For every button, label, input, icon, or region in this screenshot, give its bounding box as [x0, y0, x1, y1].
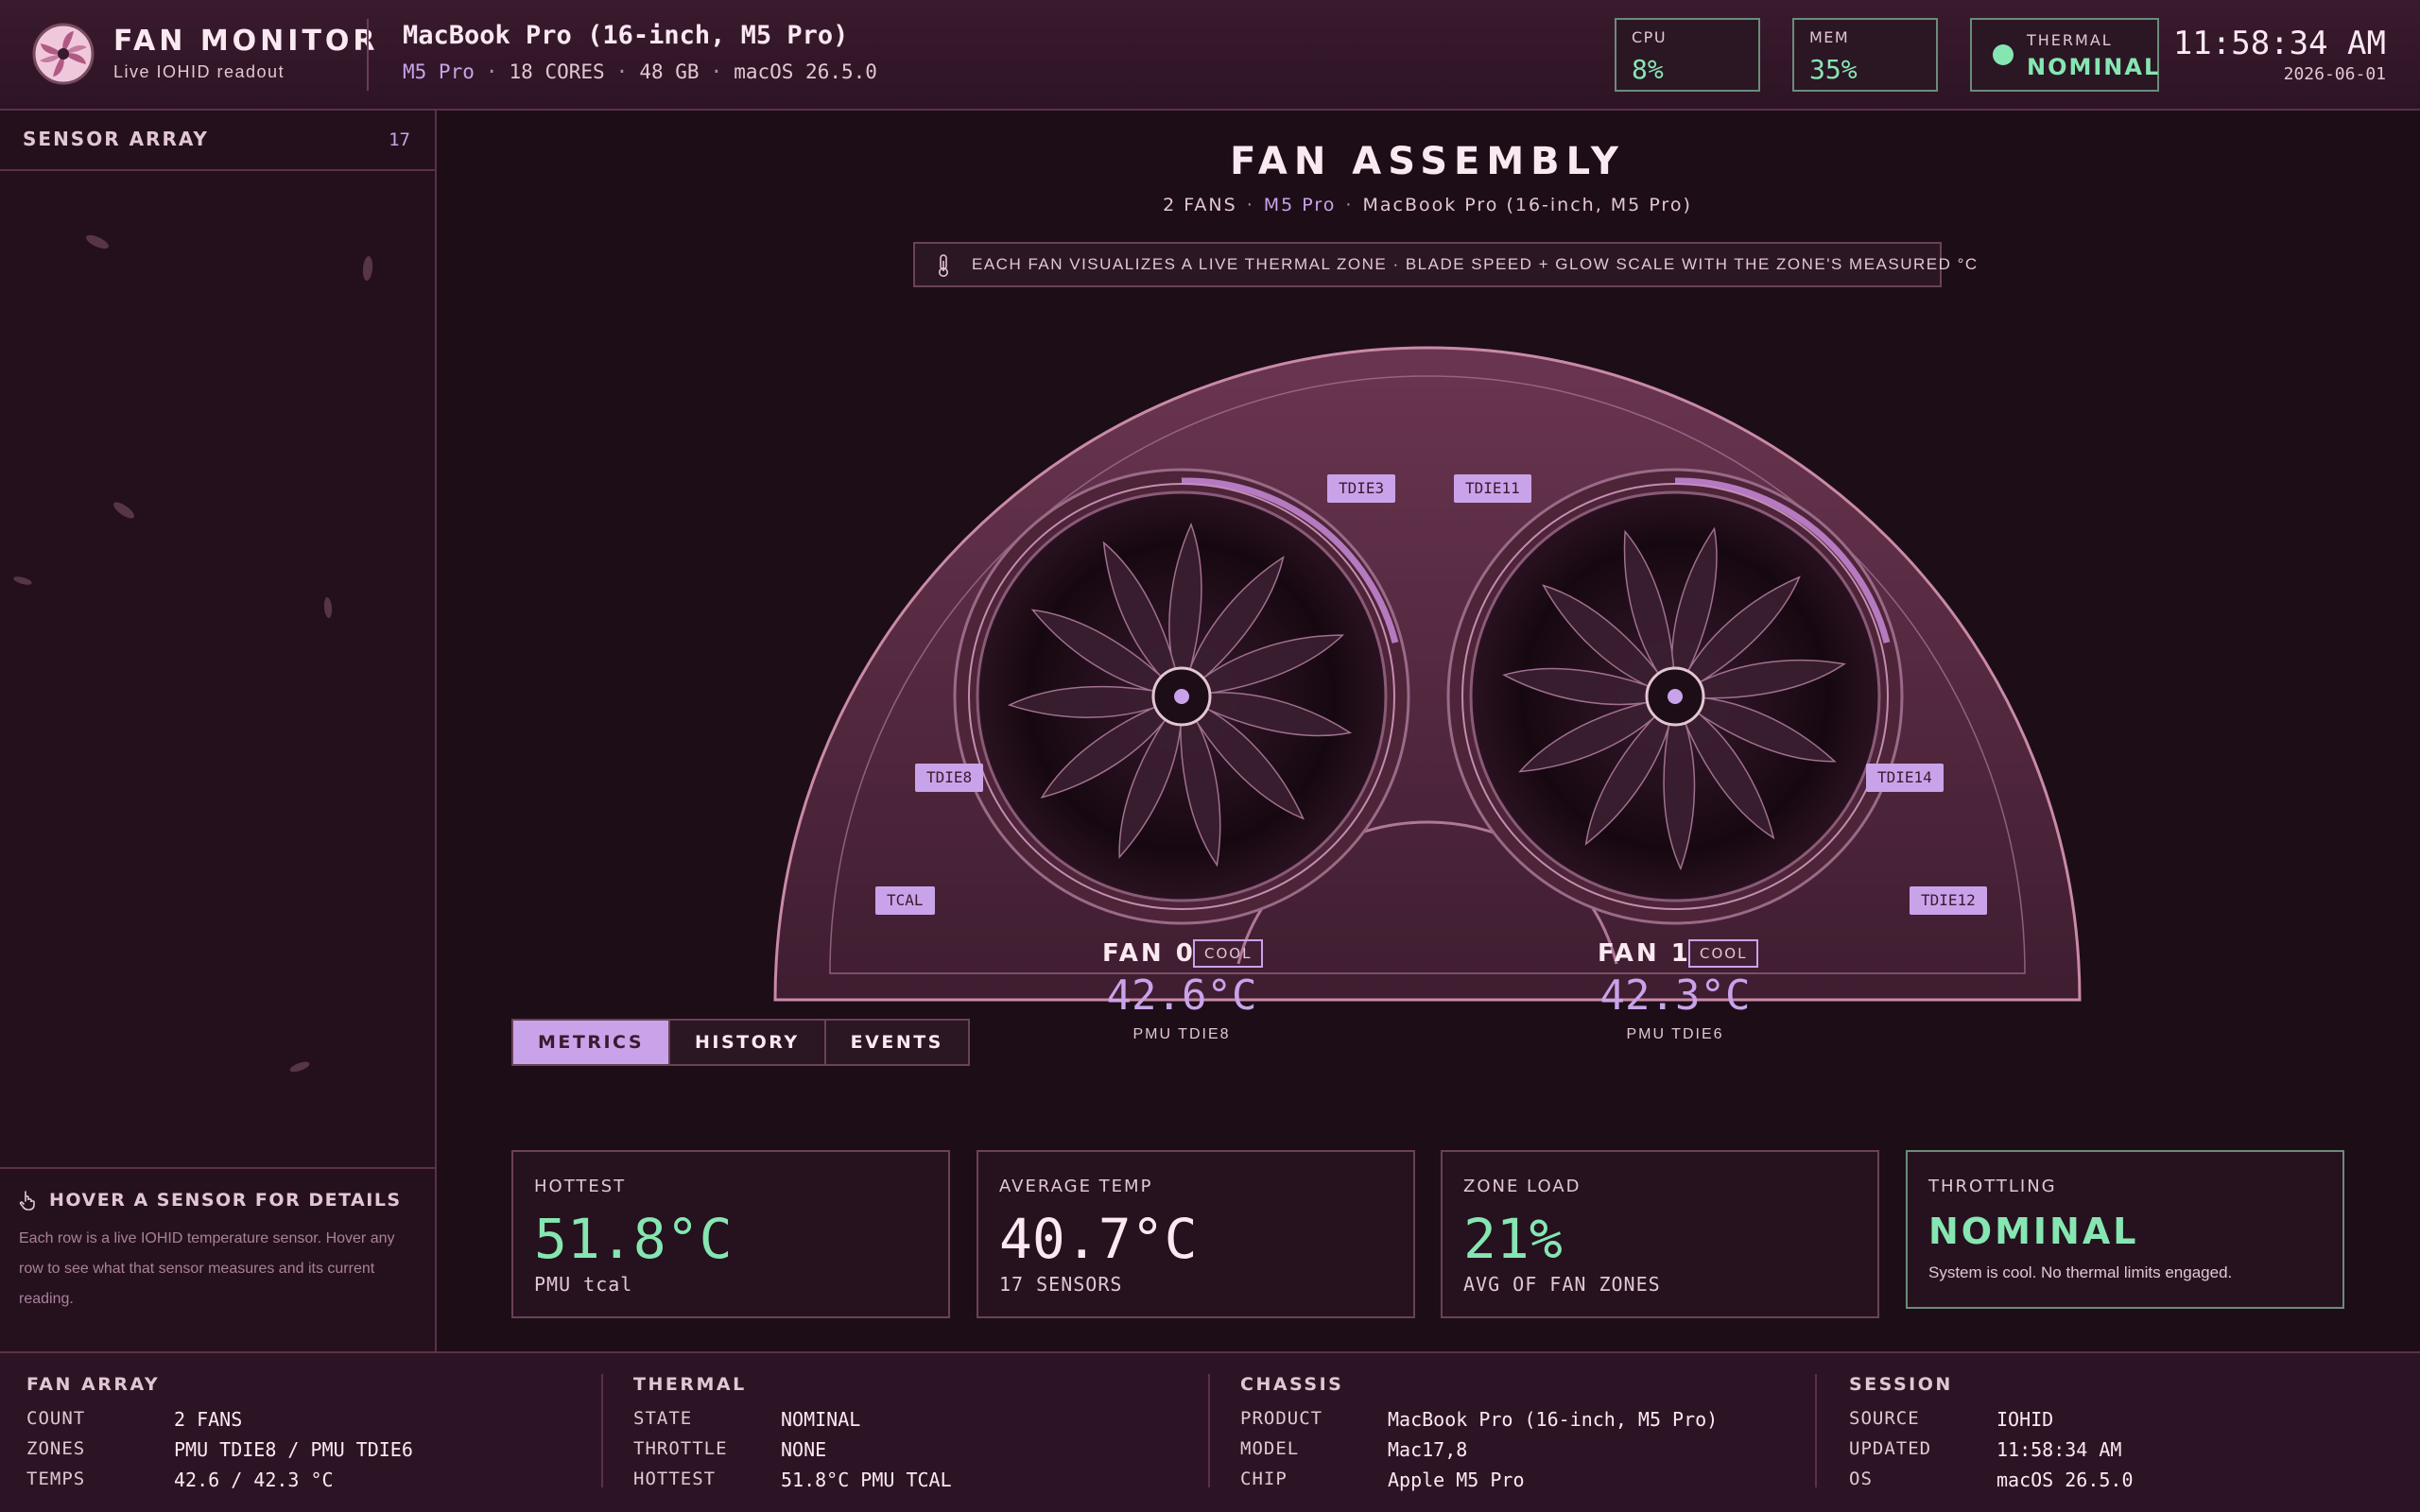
- fan-1-label: FAN 1: [1598, 939, 1691, 968]
- app-header: FAN MONITOR Live IOHID readout MacBook P…: [0, 0, 2420, 111]
- zone-load-value: 21%: [1463, 1207, 1563, 1271]
- cpu-stat: CPU 8%: [1615, 18, 1760, 92]
- hint-title: HOVER A SENSOR FOR DETAILS: [49, 1190, 402, 1211]
- device-name: MacBook Pro (16-inch, M5 Pro): [403, 21, 849, 50]
- particle-icon: [288, 1059, 311, 1074]
- fan-0-zone: PMU TDIE8: [1132, 1026, 1231, 1042]
- footer-fan-array: FAN ARRAY COUNT 2 FANS ZONES PMU TDIE8 / P…: [26, 1374, 413, 1491]
- thermal-stat: THERMAL NOMINAL: [1970, 18, 2159, 92]
- fan-0-temp: 42.6°C: [1106, 971, 1257, 1020]
- sensor-chip-tcal[interactable]: TCAL: [875, 886, 935, 915]
- sensor-hint-panel: HOVER A SENSOR FOR DETAILS Each row is a…: [0, 1167, 435, 1351]
- fan-1-status-badge: COOL: [1688, 939, 1759, 968]
- info-banner: EACH FAN VISUALIZES A LIVE THERMAL ZONE …: [913, 242, 1977, 287]
- date: 2026-06-01: [2283, 64, 2386, 84]
- fan-1-zone: PMU TDIE6: [1626, 1026, 1724, 1042]
- model-label: MacBook Pro (16-inch, M5 Pro): [1362, 195, 1692, 215]
- footer-session: SESSION SOURCE IOHID UPDATED 11:58:34 AM O…: [1815, 1353, 2382, 1512]
- sensor-chip-tdie3[interactable]: TDIE3: [1327, 474, 1396, 503]
- assembly-title: FAN ASSEMBLY: [1230, 140, 1625, 183]
- footer-thermal: THERMAL STATE NOMINAL THROTTLE NONE HOTTES…: [601, 1353, 1208, 1512]
- particle-icon: [111, 499, 137, 522]
- device-memory: 48 GB: [639, 60, 700, 83]
- sensor-sidebar: SENSOR ARRAY 17 HOVER A SENSOR FOR DETAI…: [0, 111, 437, 1351]
- app-title: FAN MONITOR: [113, 25, 379, 58]
- fan-logo-icon: [32, 23, 95, 85]
- hint-text: Each row is a live IOHID temperature sen…: [19, 1230, 395, 1307]
- thermal-status-dot: [1993, 44, 2014, 65]
- throttling-card: THROTTLING NOMINAL System is cool. No th…: [1906, 1150, 2344, 1309]
- particle-icon: [361, 255, 374, 282]
- footer-thermal-title: THERMAL: [633, 1374, 747, 1395]
- mem-value: 35%: [1809, 54, 1858, 85]
- throttling-label: THROTTLING: [1928, 1177, 2057, 1196]
- sensor-chip-tdie8[interactable]: TDIE8: [915, 764, 984, 792]
- footer-fan-array-title: FAN ARRAY: [26, 1374, 161, 1395]
- particle-icon: [323, 596, 333, 619]
- particle-icon: [84, 232, 111, 252]
- thermal-value: NOMINAL: [2027, 54, 2161, 80]
- footer-divider: [601, 1374, 603, 1487]
- pointer-hand-icon: [19, 1191, 35, 1211]
- view-tabs: METRICS HISTORY EVENTS: [511, 1019, 970, 1066]
- average-temp-card: AVERAGE TEMP 40.7°C 17 SENSORS: [977, 1150, 1415, 1318]
- tab-events[interactable]: EVENTS: [825, 1021, 968, 1064]
- fan-1-graphic: [1446, 468, 1904, 925]
- fan-count-label: 2 FANS: [1163, 195, 1237, 215]
- device-specs: M5 Pro · 18 CORES · 48 GB · macOS 26.5.0: [403, 60, 877, 83]
- throttling-sub: System is cool. No thermal limits engage…: [1928, 1263, 2233, 1281]
- hottest-sensor: PMU tcal: [534, 1273, 633, 1296]
- fan-0-status-badge: COOL: [1193, 939, 1264, 968]
- assembly-subtitle: 2 FANS · M5 Pro · MacBook Pro (16-inch, M5 P…: [1163, 195, 1692, 215]
- average-temp-label: AVERAGE TEMP: [999, 1177, 1153, 1196]
- cpu-label: CPU: [1632, 28, 1668, 46]
- sensor-chip-tdie11[interactable]: TDIE11: [1454, 474, 1531, 503]
- sensor-chip-tdie14[interactable]: TDIE14: [1866, 764, 1944, 792]
- chip-label: M5 Pro: [1263, 195, 1337, 215]
- device-os: macOS 26.5.0: [734, 60, 877, 83]
- fan-1-temp: 42.3°C: [1599, 971, 1751, 1020]
- clock: 11:58:34 AM: [2172, 25, 2386, 62]
- zone-load-sub: AVG OF FAN ZONES: [1463, 1273, 1661, 1296]
- app-subtitle: Live IOHID readout: [113, 62, 285, 81]
- zone-load-label: ZONE LOAD: [1463, 1177, 1582, 1196]
- tab-metrics[interactable]: METRICS: [513, 1021, 671, 1064]
- thermal-label: THERMAL: [2027, 31, 2113, 49]
- fan-assembly-graphic: [773, 346, 2082, 1002]
- footer-divider: [1208, 1374, 1210, 1487]
- fan-0-label: FAN 0: [1102, 939, 1196, 968]
- particle-icon: [12, 575, 33, 587]
- hottest-value: 51.8°C: [534, 1207, 733, 1271]
- mem-stat: MEM 35%: [1792, 18, 1938, 92]
- average-temp-value: 40.7°C: [999, 1207, 1198, 1271]
- device-chip: M5 Pro: [403, 60, 475, 83]
- footer-session-title: SESSION: [1849, 1374, 1953, 1395]
- status-footer: FAN ARRAY COUNT 2 FANS ZONES PMU TDIE8 / P…: [0, 1351, 2420, 1512]
- hottest-label: HOTTEST: [534, 1177, 627, 1196]
- footer-chassis: CHASSIS PRODUCT MacBook Pro (16-inch, M5 …: [1208, 1353, 1815, 1512]
- tab-history[interactable]: HISTORY: [670, 1021, 826, 1064]
- cpu-value: 8%: [1632, 54, 1664, 85]
- throttling-value: NOMINAL: [1928, 1211, 2139, 1252]
- footer-divider: [1815, 1374, 1817, 1487]
- banner-text: EACH FAN VISUALIZES A LIVE THERMAL ZONE …: [972, 255, 1979, 273]
- mem-label: MEM: [1809, 28, 1850, 46]
- fan-0-graphic: [953, 468, 1410, 925]
- device-cores: 18 CORES: [509, 60, 605, 83]
- footer-chassis-title: CHASSIS: [1240, 1374, 1344, 1395]
- zone-load-card: ZONE LOAD 21% AVG OF FAN ZONES: [1441, 1150, 1879, 1318]
- sensor-chip-tdie12[interactable]: TDIE12: [1910, 886, 1987, 915]
- fan-assembly: TDIE3 TDIE11 TDIE8 TDIE14 TCAL TDIE12 FA…: [756, 321, 2099, 1058]
- header-divider: [367, 19, 369, 91]
- average-temp-sub: 17 SENSORS: [999, 1273, 1123, 1296]
- thermometer-icon: [939, 254, 948, 277]
- hottest-card: HOTTEST 51.8°C PMU tcal: [511, 1150, 950, 1318]
